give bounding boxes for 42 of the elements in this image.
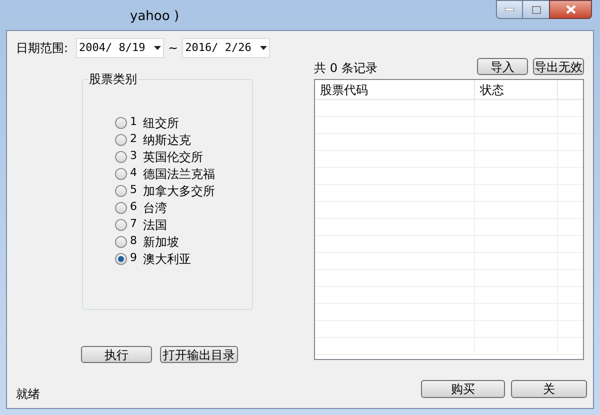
- radio-option[interactable]: 1 纽交所: [115, 114, 252, 131]
- radio-button[interactable]: [115, 168, 127, 180]
- radio-button[interactable]: [115, 184, 127, 196]
- radio-option[interactable]: 4 德国法兰克福: [115, 165, 252, 182]
- radio-button[interactable]: [115, 236, 127, 248]
- radio-option[interactable]: 5 加拿大多交所: [115, 182, 252, 199]
- import-button[interactable]: 导入: [477, 58, 528, 75]
- radio-button[interactable]: [115, 116, 127, 128]
- radio-button[interactable]: [115, 202, 127, 214]
- radio-option[interactable]: 2 纳斯达克: [115, 131, 252, 148]
- export-invalid-button[interactable]: 导出无效: [533, 58, 584, 75]
- start-date-picker[interactable]: 2004/ 8/19: [76, 38, 164, 58]
- window-title: yahoo ): [130, 8, 180, 26]
- footer-button[interactable]: 关: [511, 380, 587, 398]
- record-count: 共 0 条记录: [314, 60, 378, 77]
- column-header[interactable]: 状态: [475, 80, 558, 99]
- maximize-icon: [532, 6, 540, 14]
- radio-option[interactable]: 6 台湾: [115, 199, 252, 216]
- date-separator: ~: [168, 40, 178, 57]
- open-output-folder-button[interactable]: 打开输出目录: [160, 346, 238, 363]
- minimize-button[interactable]: [496, 0, 523, 19]
- end-date-picker[interactable]: 2016/ 2/26: [182, 38, 270, 58]
- radio-option[interactable]: 3 英国伦交所: [115, 148, 252, 165]
- radio-button[interactable]: [115, 150, 127, 162]
- radio-option[interactable]: 7 法国: [115, 216, 252, 233]
- column-header[interactable]: 股票代码: [315, 80, 475, 99]
- radio-option[interactable]: 9 澳大利亚: [115, 250, 252, 267]
- execute-button[interactable]: 执行: [81, 346, 152, 363]
- status-text: 就绪: [16, 386, 40, 403]
- buy-button[interactable]: 购买: [421, 380, 505, 398]
- dropdown-arrow-icon: [154, 46, 162, 50]
- close-icon: [566, 5, 576, 14]
- date-range-label: 日期范围:: [16, 40, 68, 57]
- minimize-icon: [505, 8, 514, 11]
- radio-button[interactable]: [115, 218, 127, 230]
- radio-button[interactable]: [115, 134, 127, 146]
- close-button[interactable]: [549, 0, 592, 19]
- group-title: 股票类别: [88, 71, 138, 87]
- maximize-button[interactable]: [523, 0, 549, 19]
- radio-option[interactable]: 8 新加坡: [115, 233, 252, 250]
- dropdown-arrow-icon: [260, 46, 268, 50]
- radio-button[interactable]: [115, 252, 127, 264]
